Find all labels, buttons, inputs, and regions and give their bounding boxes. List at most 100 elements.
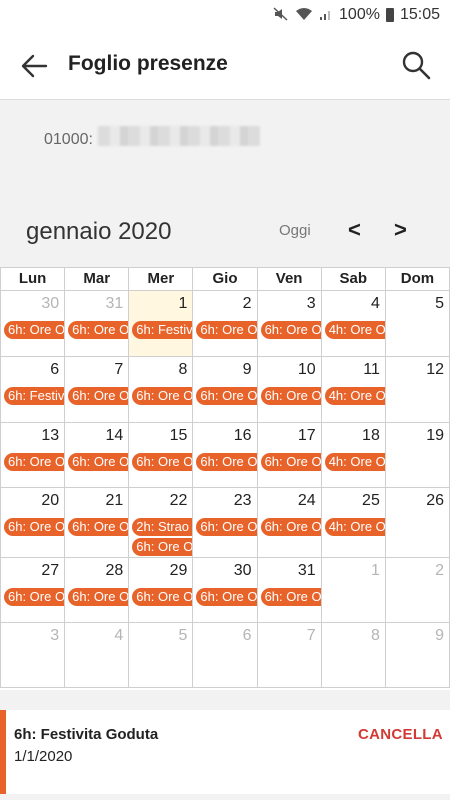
calendar-day[interactable]: 6 bbox=[193, 623, 258, 688]
calendar-day[interactable]: 26 bbox=[385, 488, 450, 558]
day-number: 28 bbox=[105, 562, 124, 579]
calendar-day[interactable]: 31 6h: Ore O bbox=[257, 558, 322, 623]
event-chip[interactable]: 6h: Ore O bbox=[68, 321, 129, 339]
event-chip[interactable]: 6h: Ore O bbox=[260, 321, 321, 339]
day-number: 2 bbox=[242, 295, 252, 312]
status-bar: 100% 15:05 bbox=[0, 0, 450, 30]
calendar-day[interactable]: 24 6h: Ore O bbox=[257, 488, 322, 558]
calendar-day[interactable]: 1 6h: Festiv bbox=[129, 291, 194, 357]
selected-event-card[interactable]: 6h: Festivita Goduta 1/1/2020 CANCELLA bbox=[0, 710, 450, 794]
calendar-day[interactable]: 7 bbox=[257, 623, 322, 688]
event-chip[interactable]: 6h: Ore O bbox=[196, 453, 257, 471]
calendar-day[interactable]: 2 bbox=[385, 558, 450, 623]
day-number: 29 bbox=[169, 562, 188, 579]
calendar-day[interactable]: 2 6h: Ore O bbox=[193, 291, 258, 357]
calendar-day[interactable]: 4 4h: Ore O bbox=[321, 291, 386, 357]
search-button[interactable] bbox=[400, 49, 432, 81]
event-chip[interactable]: 2h: Strao bbox=[132, 518, 193, 536]
calendar-day[interactable]: 3 6h: Ore O bbox=[257, 291, 322, 357]
event-chip[interactable]: 6h: Ore O bbox=[196, 588, 257, 606]
calendar-day[interactable]: 13 6h: Ore O bbox=[0, 423, 66, 488]
calendar-day[interactable]: 4 bbox=[65, 623, 130, 688]
event-chip[interactable]: 6h: Ore O bbox=[132, 387, 193, 405]
day-number: 25 bbox=[362, 492, 380, 509]
calendar-day[interactable]: 6 6h: Festiv bbox=[0, 357, 66, 423]
event-chip[interactable]: 6h: Ore O bbox=[260, 588, 321, 606]
event-chip[interactable]: 4h: Ore O bbox=[324, 518, 385, 536]
day-events: 6h: Ore O bbox=[196, 518, 257, 536]
event-chip[interactable]: 4h: Ore O bbox=[324, 387, 385, 405]
event-chip[interactable]: 6h: Ore O bbox=[68, 518, 129, 536]
day-number: 8 bbox=[178, 361, 188, 378]
day-events: 6h: Ore O bbox=[132, 588, 193, 606]
day-number: 9 bbox=[435, 627, 444, 644]
calendar-day[interactable]: 18 4h: Ore O bbox=[321, 423, 386, 488]
calendar-day[interactable]: 25 4h: Ore O bbox=[321, 488, 386, 558]
calendar-day[interactable]: 9 bbox=[385, 623, 450, 688]
calendar-day[interactable]: 1 bbox=[321, 558, 386, 623]
event-chip[interactable]: 6h: Ore O bbox=[196, 321, 257, 339]
calendar-day[interactable]: 16 6h: Ore O bbox=[193, 423, 258, 488]
event-chip[interactable]: 4h: Ore O bbox=[324, 453, 385, 471]
day-events: 6h: Ore O bbox=[68, 453, 129, 471]
mute-icon bbox=[273, 6, 289, 24]
previous-month-button[interactable]: < bbox=[348, 217, 361, 243]
cancel-button[interactable]: CANCELLA bbox=[358, 726, 443, 743]
calendar-day[interactable]: 11 4h: Ore O bbox=[321, 357, 386, 423]
calendar-day[interactable]: 12 bbox=[385, 357, 450, 423]
calendar-day[interactable]: 8 bbox=[321, 623, 386, 688]
calendar-day[interactable]: 17 6h: Ore O bbox=[257, 423, 322, 488]
calendar-day[interactable]: 21 6h: Ore O bbox=[65, 488, 130, 558]
day-number: 27 bbox=[41, 562, 60, 579]
day-number: 6 bbox=[50, 361, 60, 378]
weekday-label: Mer bbox=[129, 267, 194, 291]
calendar-day[interactable]: 10 6h: Ore O bbox=[257, 357, 322, 423]
event-chip[interactable]: 6h: Ore O bbox=[4, 588, 65, 606]
calendar-day[interactable]: 5 bbox=[385, 291, 450, 357]
event-chip[interactable]: 6h: Ore O bbox=[4, 453, 65, 471]
day-number: 23 bbox=[233, 492, 252, 509]
calendar-day[interactable]: 19 bbox=[385, 423, 450, 488]
event-chip[interactable]: 6h: Ore O bbox=[196, 518, 257, 536]
calendar-day[interactable]: 22 2h: Strao 6h: Ore O bbox=[129, 488, 194, 558]
next-month-button[interactable]: > bbox=[394, 217, 407, 243]
calendar-day[interactable]: 14 6h: Ore O bbox=[65, 423, 130, 488]
event-chip[interactable]: 6h: Ore O bbox=[132, 453, 193, 471]
calendar-day[interactable]: 15 6h: Ore O bbox=[129, 423, 194, 488]
calendar-week: 13 6h: Ore O 14 6h: Ore O 15 6h: Ore O 16 6h: O… bbox=[0, 423, 450, 488]
event-chip[interactable]: 6h: Ore O bbox=[260, 453, 321, 471]
event-chip[interactable]: 6h: Ore O bbox=[132, 538, 193, 556]
event-chip[interactable]: 6h: Ore O bbox=[260, 387, 321, 405]
calendar-day[interactable]: 3 bbox=[0, 623, 66, 688]
event-chip[interactable]: 6h: Festiv bbox=[132, 321, 193, 339]
calendar-day[interactable]: 7 6h: Ore O bbox=[65, 357, 130, 423]
event-chip[interactable]: 6h: Ore O bbox=[4, 518, 65, 536]
today-button[interactable]: Oggi bbox=[279, 222, 311, 239]
event-chip[interactable]: 6h: Ore O bbox=[132, 588, 193, 606]
event-chip[interactable]: 6h: Ore O bbox=[196, 387, 257, 405]
calendar-day[interactable]: 29 6h: Ore O bbox=[129, 558, 194, 623]
calendar-day[interactable]: 30 6h: Ore O bbox=[193, 558, 258, 623]
event-chip[interactable]: 6h: Ore O bbox=[68, 387, 129, 405]
employee-panel: 01000: bbox=[0, 101, 450, 274]
calendar-day[interactable]: 31 6h: Ore O bbox=[65, 291, 130, 357]
calendar-day[interactable]: 27 6h: Ore O bbox=[0, 558, 66, 623]
calendar-day[interactable]: 9 6h: Ore O bbox=[193, 357, 258, 423]
calendar-day[interactable]: 28 6h: Ore O bbox=[65, 558, 130, 623]
event-chip[interactable]: 6h: Ore O bbox=[4, 321, 65, 339]
back-button[interactable] bbox=[18, 50, 50, 82]
calendar-day[interactable]: 23 6h: Ore O bbox=[193, 488, 258, 558]
day-number: 24 bbox=[297, 492, 316, 509]
calendar-day[interactable]: 5 bbox=[129, 623, 194, 688]
calendar-day[interactable]: 8 6h: Ore O bbox=[129, 357, 194, 423]
day-number: 15 bbox=[169, 427, 188, 444]
employee-code: 01000: bbox=[44, 131, 93, 148]
event-chip[interactable]: 6h: Ore O bbox=[260, 518, 321, 536]
event-accent-bar bbox=[0, 710, 6, 794]
event-chip[interactable]: 6h: Ore O bbox=[68, 588, 129, 606]
event-chip[interactable]: 6h: Festiv bbox=[4, 387, 65, 405]
calendar-day[interactable]: 30 6h: Ore O bbox=[0, 291, 66, 357]
event-chip[interactable]: 6h: Ore O bbox=[68, 453, 129, 471]
event-chip[interactable]: 4h: Ore O bbox=[324, 321, 385, 339]
calendar-day[interactable]: 20 6h: Ore O bbox=[0, 488, 66, 558]
